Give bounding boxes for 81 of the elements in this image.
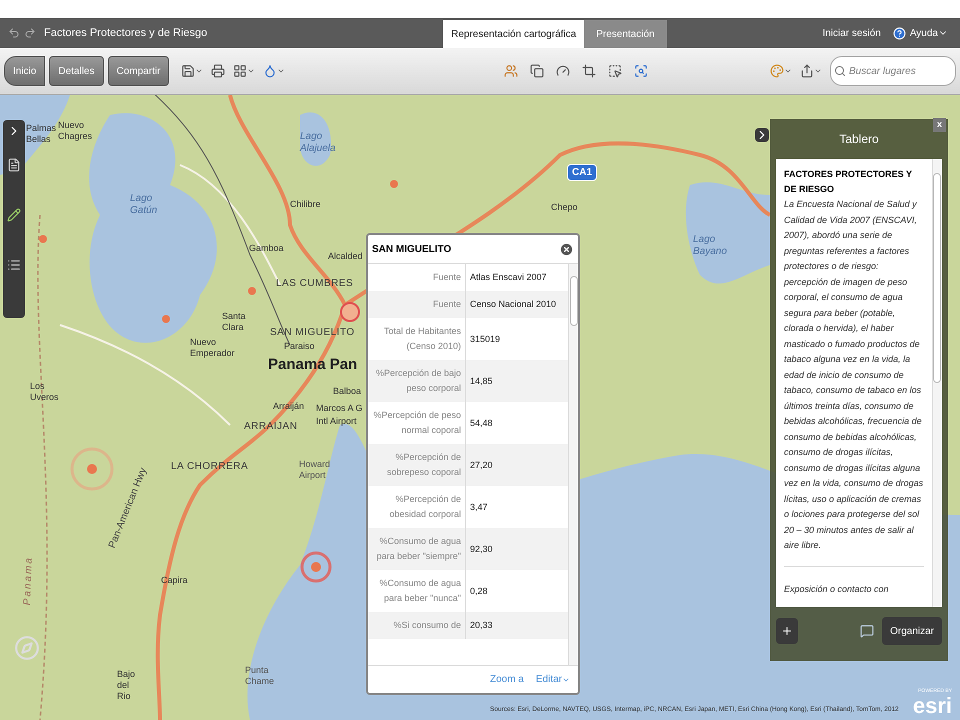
- panel-text: La Encuesta Nacional de Salud y Calidad de Vida 2007 (ENSCAVI, 2007), abordó una serie de preguntas referentes a factores protectores o de riesgo: percepción de imagen de peso corporal, el consumo de agua segura para beber (potable, clorada o hervida), el haber masticado o fumado productos de tabaco alguna vez en la vida, la edad de inicio de consumo de tabaco, consumo de tabaco en los últimos treinta días, consumo de bebidas alcohólicas, frecuencia de consumo de bebidas alcohólicas, consumo de drogas ilícitas, consumo de drogas ilícitas alguna vez en la vida, consumo de drogas lícitas, uso o aplicación de cremas o lociones para protegerse del sol 20 – 30 minutos antes de salir al aire libre.: [784, 198, 924, 552]
- search-icon: [834, 65, 846, 77]
- help-link[interactable]: Ayuda: [910, 26, 938, 40]
- map-label: Marcos A G: [316, 403, 363, 414]
- map-label: Panama: [21, 556, 36, 606]
- map-label: Alcalded: [328, 251, 363, 262]
- map-label: Panama Pan: [268, 355, 358, 375]
- undo-icon[interactable]: [8, 27, 20, 39]
- legend-icon[interactable]: [7, 158, 21, 172]
- collapse-icon[interactable]: [755, 128, 769, 142]
- zoom-icon[interactable]: [634, 64, 648, 78]
- map-label: Gamboa: [249, 243, 284, 254]
- popup-title: SAN MIGUELITO: [372, 242, 452, 256]
- plus-icon: [781, 625, 793, 637]
- scrollbar[interactable]: [932, 159, 942, 607]
- field-value: 315019: [469, 332, 502, 346]
- map-label: Chilibre: [290, 199, 321, 210]
- edit-icon[interactable]: [7, 208, 21, 222]
- panel-text: Exposición o contacto con: [784, 582, 890, 596]
- field-value: 92,30: [469, 542, 494, 556]
- redo-icon[interactable]: [24, 27, 36, 39]
- tab[interactable]: Representación cartográfica: [443, 20, 584, 48]
- edit-link[interactable]: Editar: [536, 672, 570, 687]
- toolbar-button[interactable]: Detalles: [49, 56, 104, 86]
- drop-icon[interactable]: [263, 64, 286, 78]
- field-label: %Si consumo de: [368, 612, 466, 639]
- map-label: Capira: [161, 575, 188, 586]
- field-value: 20,33: [469, 619, 494, 632]
- select-icon[interactable]: [608, 64, 622, 78]
- map-label: Palmas Bellas: [26, 123, 56, 145]
- map-label: Punta Chame: [245, 665, 274, 687]
- add-button[interactable]: [776, 618, 798, 644]
- map-label: Intl Airport: [316, 416, 357, 427]
- field-value: 27,20: [469, 458, 494, 472]
- map-label: Balboa: [333, 386, 362, 397]
- toolbar-button[interactable]: Inicio: [4, 56, 46, 86]
- map-label: Los Uveros: [30, 381, 59, 403]
- help-icon[interactable]: [892, 26, 906, 40]
- field-value: 0,28: [469, 584, 489, 598]
- map-label: LA CHORRERA: [171, 461, 248, 473]
- field-value: 54,48: [469, 416, 494, 430]
- list-icon[interactable]: [7, 258, 21, 272]
- toolbar-button[interactable]: Compartir: [108, 56, 170, 86]
- map-label: Bajo del Rio: [117, 669, 136, 702]
- people-icon[interactable]: [504, 64, 518, 78]
- map-label: Chepo: [551, 202, 578, 213]
- map-label: Paraiso: [284, 341, 315, 352]
- organize-button[interactable]: Organizar: [882, 617, 942, 645]
- field-value: Censo Nacional 2010: [469, 298, 558, 311]
- zoom-link[interactable]: Zoom a: [490, 672, 524, 687]
- grid-icon[interactable]: [233, 64, 256, 78]
- map-label: CA1: [567, 164, 598, 181]
- map-label: ARRAIJAN: [244, 421, 298, 433]
- close-button[interactable]: x: [932, 118, 946, 132]
- map-label: Lago Bayano: [693, 234, 727, 258]
- panel-title: Tablero: [839, 131, 879, 148]
- field-value: Atlas Enscavi 2007: [469, 271, 548, 284]
- map-label: Howard Airport: [299, 459, 330, 481]
- save-icon[interactable]: [181, 64, 204, 78]
- map-label: Santa Clara: [222, 311, 246, 333]
- gauge-icon[interactable]: [556, 64, 570, 78]
- sign-in-link[interactable]: Iniciar sesión: [822, 26, 881, 40]
- map-label: Arraiján: [273, 401, 304, 412]
- search-field[interactable]: Buscar lugares: [830, 56, 956, 86]
- share-icon[interactable]: [800, 64, 822, 78]
- crop-icon[interactable]: [582, 64, 596, 78]
- field-value: 3,47: [469, 500, 489, 514]
- window-title: Factores Protectores y de Riesgo: [44, 26, 208, 41]
- copy-icon[interactable]: [530, 64, 544, 78]
- esri-logo: esri: [912, 695, 952, 717]
- print-icon[interactable]: [211, 64, 226, 78]
- map-label: LAS CUMBRES: [276, 278, 354, 290]
- scrollbar[interactable]: [568, 264, 578, 665]
- close-icon[interactable]: [559, 242, 574, 256]
- tab[interactable]: Presentación: [584, 20, 667, 48]
- comment-icon[interactable]: [860, 624, 874, 638]
- map-label: Nuevo Emperador: [190, 337, 235, 359]
- panel-heading: FACTORES PROTECTORES Y DE RIESGO: [784, 168, 913, 196]
- map-label: Nuevo Chagres: [58, 120, 92, 142]
- map-label: Lago Gatún: [130, 193, 158, 217]
- field-value: 14,85: [469, 374, 494, 388]
